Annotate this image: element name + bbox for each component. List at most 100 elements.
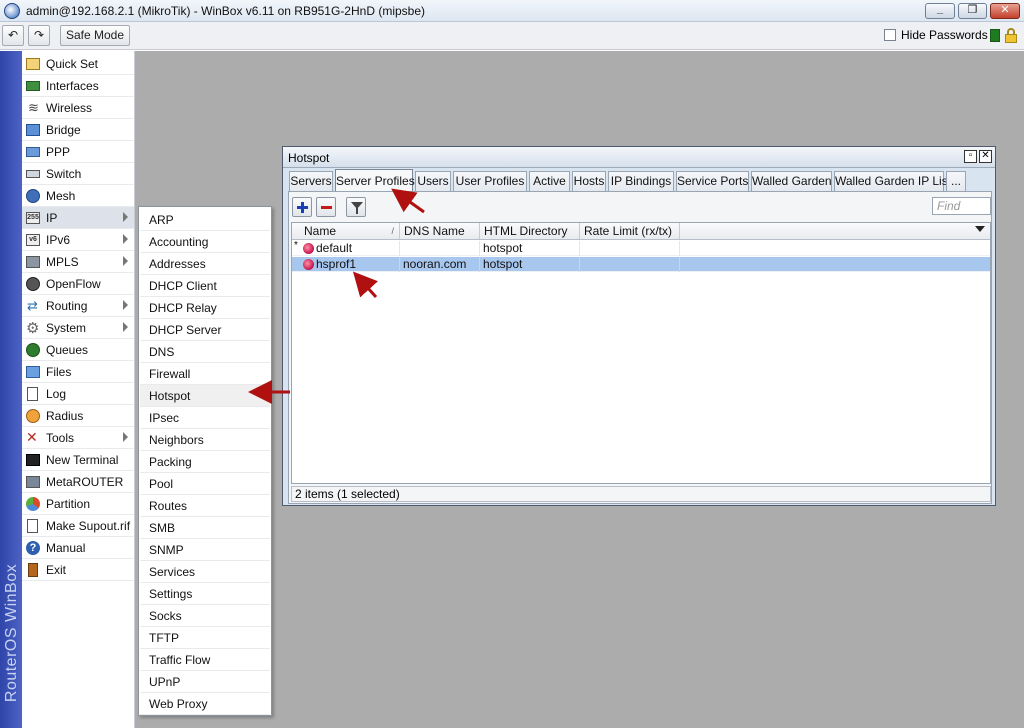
menu-item-mpls[interactable]: MPLS (22, 251, 134, 273)
tab-ip-bindings[interactable]: IP Bindings (608, 171, 674, 191)
menu-item-make-supout[interactable]: Make Supout.rif (22, 515, 134, 537)
submenu-item-accounting[interactable]: Accounting (140, 231, 270, 253)
menu-item-radius[interactable]: Radius (22, 405, 134, 427)
close-button[interactable]: ✕ (990, 3, 1020, 19)
hotspot-close-button[interactable]: ✕ (979, 150, 992, 163)
menu-item-switch[interactable]: Switch (22, 163, 134, 185)
tab-more[interactable]: ... (946, 171, 966, 191)
ipv6-icon: v6 (25, 232, 41, 248)
column-header-rate-limit[interactable]: Rate Limit (rx/tx) (580, 223, 680, 239)
tab-walled-garden[interactable]: Walled Garden (751, 171, 832, 191)
hide-passwords-checkbox[interactable] (884, 29, 896, 41)
minimize-icon: _ (936, 3, 944, 15)
submenu-item-upnp[interactable]: UPnP (140, 671, 270, 693)
mesh-icon (25, 188, 41, 204)
submenu-item-arp[interactable]: ARP (140, 209, 270, 231)
tab-hosts[interactable]: Hosts (572, 171, 606, 191)
hide-passwords-toggle[interactable]: Hide Passwords (884, 28, 988, 42)
menu-item-quick-set[interactable]: Quick Set (22, 53, 134, 75)
submenu-item-dns[interactable]: DNS (140, 341, 270, 363)
submenu-item-snmp[interactable]: SNMP (140, 539, 270, 561)
menu-item-queues[interactable]: Queues (22, 339, 134, 361)
table-row-selected[interactable]: hsprof1 nooran.com hotspot (292, 257, 990, 272)
submenu-item-dhcp-server[interactable]: DHCP Server (140, 319, 270, 341)
safe-mode-button[interactable]: Safe Mode (60, 25, 130, 46)
submenu-item-socks[interactable]: Socks (140, 605, 270, 627)
find-input[interactable]: Find (932, 197, 991, 215)
menu-label: Tools (46, 430, 75, 445)
tab-active[interactable]: Active (529, 171, 570, 191)
menu-item-ipv6[interactable]: v6 IPv6 (22, 229, 134, 251)
status-bar: 2 items (1 selected) (291, 486, 991, 502)
undo-button[interactable]: ↶ (2, 25, 24, 46)
table-row[interactable]: * default hotspot (292, 240, 990, 256)
submenu-item-pool[interactable]: Pool (140, 473, 270, 495)
menu-item-new-terminal[interactable]: New Terminal (22, 449, 134, 471)
minimize-button[interactable]: _ (925, 3, 955, 19)
cell-rate-limit (580, 241, 680, 256)
menu-item-manual[interactable]: ? Manual (22, 537, 134, 559)
submenu-item-packing[interactable]: Packing (140, 451, 270, 473)
menu-item-tools[interactable]: ✕ Tools (22, 427, 134, 449)
cell-dns-name (400, 241, 480, 256)
add-button[interactable] (292, 197, 312, 217)
submenu-item-neighbors[interactable]: Neighbors (140, 429, 270, 451)
tab-service-ports[interactable]: Service Ports (676, 171, 749, 191)
menu-label: System (46, 320, 87, 335)
menu-item-openflow[interactable]: OpenFlow (22, 273, 134, 295)
submenu-item-traffic-flow[interactable]: Traffic Flow (140, 649, 270, 671)
menu-item-ppp[interactable]: PPP (22, 141, 134, 163)
submenu-item-firewall[interactable]: Firewall (140, 363, 270, 385)
tab-user-profiles[interactable]: User Profiles (453, 171, 527, 191)
menu-label: MetaROUTER (46, 474, 124, 489)
maximize-button[interactable]: ❐ (958, 3, 987, 19)
menu-item-exit[interactable]: Exit (22, 559, 134, 581)
column-header-dns-name[interactable]: DNS Name (400, 223, 480, 239)
cell-name: default (300, 241, 400, 256)
submenu-item-hotspot[interactable]: Hotspot (140, 385, 270, 407)
column-header-html-directory[interactable]: HTML Directory (480, 223, 580, 239)
menu-item-files[interactable]: Files (22, 361, 134, 383)
hotspot-maximize-button[interactable]: ▫ (964, 150, 977, 163)
menu-item-ip[interactable]: 255 IP (22, 207, 134, 229)
tab-users[interactable]: Users (415, 171, 451, 191)
menu-item-bridge[interactable]: Bridge (22, 119, 134, 141)
quick-set-icon (25, 56, 41, 72)
submenu-item-tftp[interactable]: TFTP (140, 627, 270, 649)
menu-item-interfaces[interactable]: Interfaces (22, 75, 134, 97)
redo-button[interactable]: ↷ (28, 25, 50, 46)
table-header: Name / DNS Name HTML Directory Rate Limit… (292, 223, 990, 240)
menu-item-routing[interactable]: ⇄ Routing (22, 295, 134, 317)
menu-label: IPv6 (46, 232, 71, 247)
submenu-item-addresses[interactable]: Addresses (140, 253, 270, 275)
remove-button[interactable] (316, 197, 336, 217)
cell-dns-name: nooran.com (400, 257, 480, 272)
tab-server-profiles[interactable]: Server Profiles (335, 169, 415, 192)
submenu-item-dhcp-client[interactable]: DHCP Client (140, 275, 270, 297)
columns-dropdown-icon[interactable] (975, 226, 985, 232)
menu-item-mesh[interactable]: Mesh (22, 185, 134, 207)
submenu-item-web-proxy[interactable]: Web Proxy (140, 693, 270, 715)
menu-item-metarouter[interactable]: MetaROUTER (22, 471, 134, 493)
filter-button[interactable] (346, 197, 366, 217)
menu-item-partition[interactable]: Partition (22, 493, 134, 515)
submenu-item-ipsec[interactable]: IPsec (140, 407, 270, 429)
menu-label: New Terminal (46, 452, 119, 467)
submenu-arrow-icon (123, 322, 128, 332)
menu-item-wireless[interactable]: ≋ Wireless (22, 97, 134, 119)
menu-item-system[interactable]: ⚙ System (22, 317, 134, 339)
submenu-item-settings[interactable]: Settings (140, 583, 270, 605)
brand-text: RouterOS WinBox (3, 563, 20, 703)
submenu-item-routes[interactable]: Routes (140, 495, 270, 517)
submenu-item-dhcp-relay[interactable]: DHCP Relay (140, 297, 270, 319)
brand-bar: RouterOS WinBox (0, 51, 22, 728)
column-header-name[interactable]: Name / (300, 223, 400, 239)
winbox-app-icon (4, 3, 20, 19)
menu-item-log[interactable]: Log (22, 383, 134, 405)
hotspot-window-titlebar[interactable]: Hotspot (283, 147, 995, 168)
terminal-icon (25, 452, 41, 468)
tab-walled-garden-ip-list[interactable]: Walled Garden IP List (834, 171, 951, 191)
submenu-item-services[interactable]: Services (140, 561, 270, 583)
tab-servers[interactable]: Servers (289, 171, 333, 191)
submenu-item-smb[interactable]: SMB (140, 517, 270, 539)
